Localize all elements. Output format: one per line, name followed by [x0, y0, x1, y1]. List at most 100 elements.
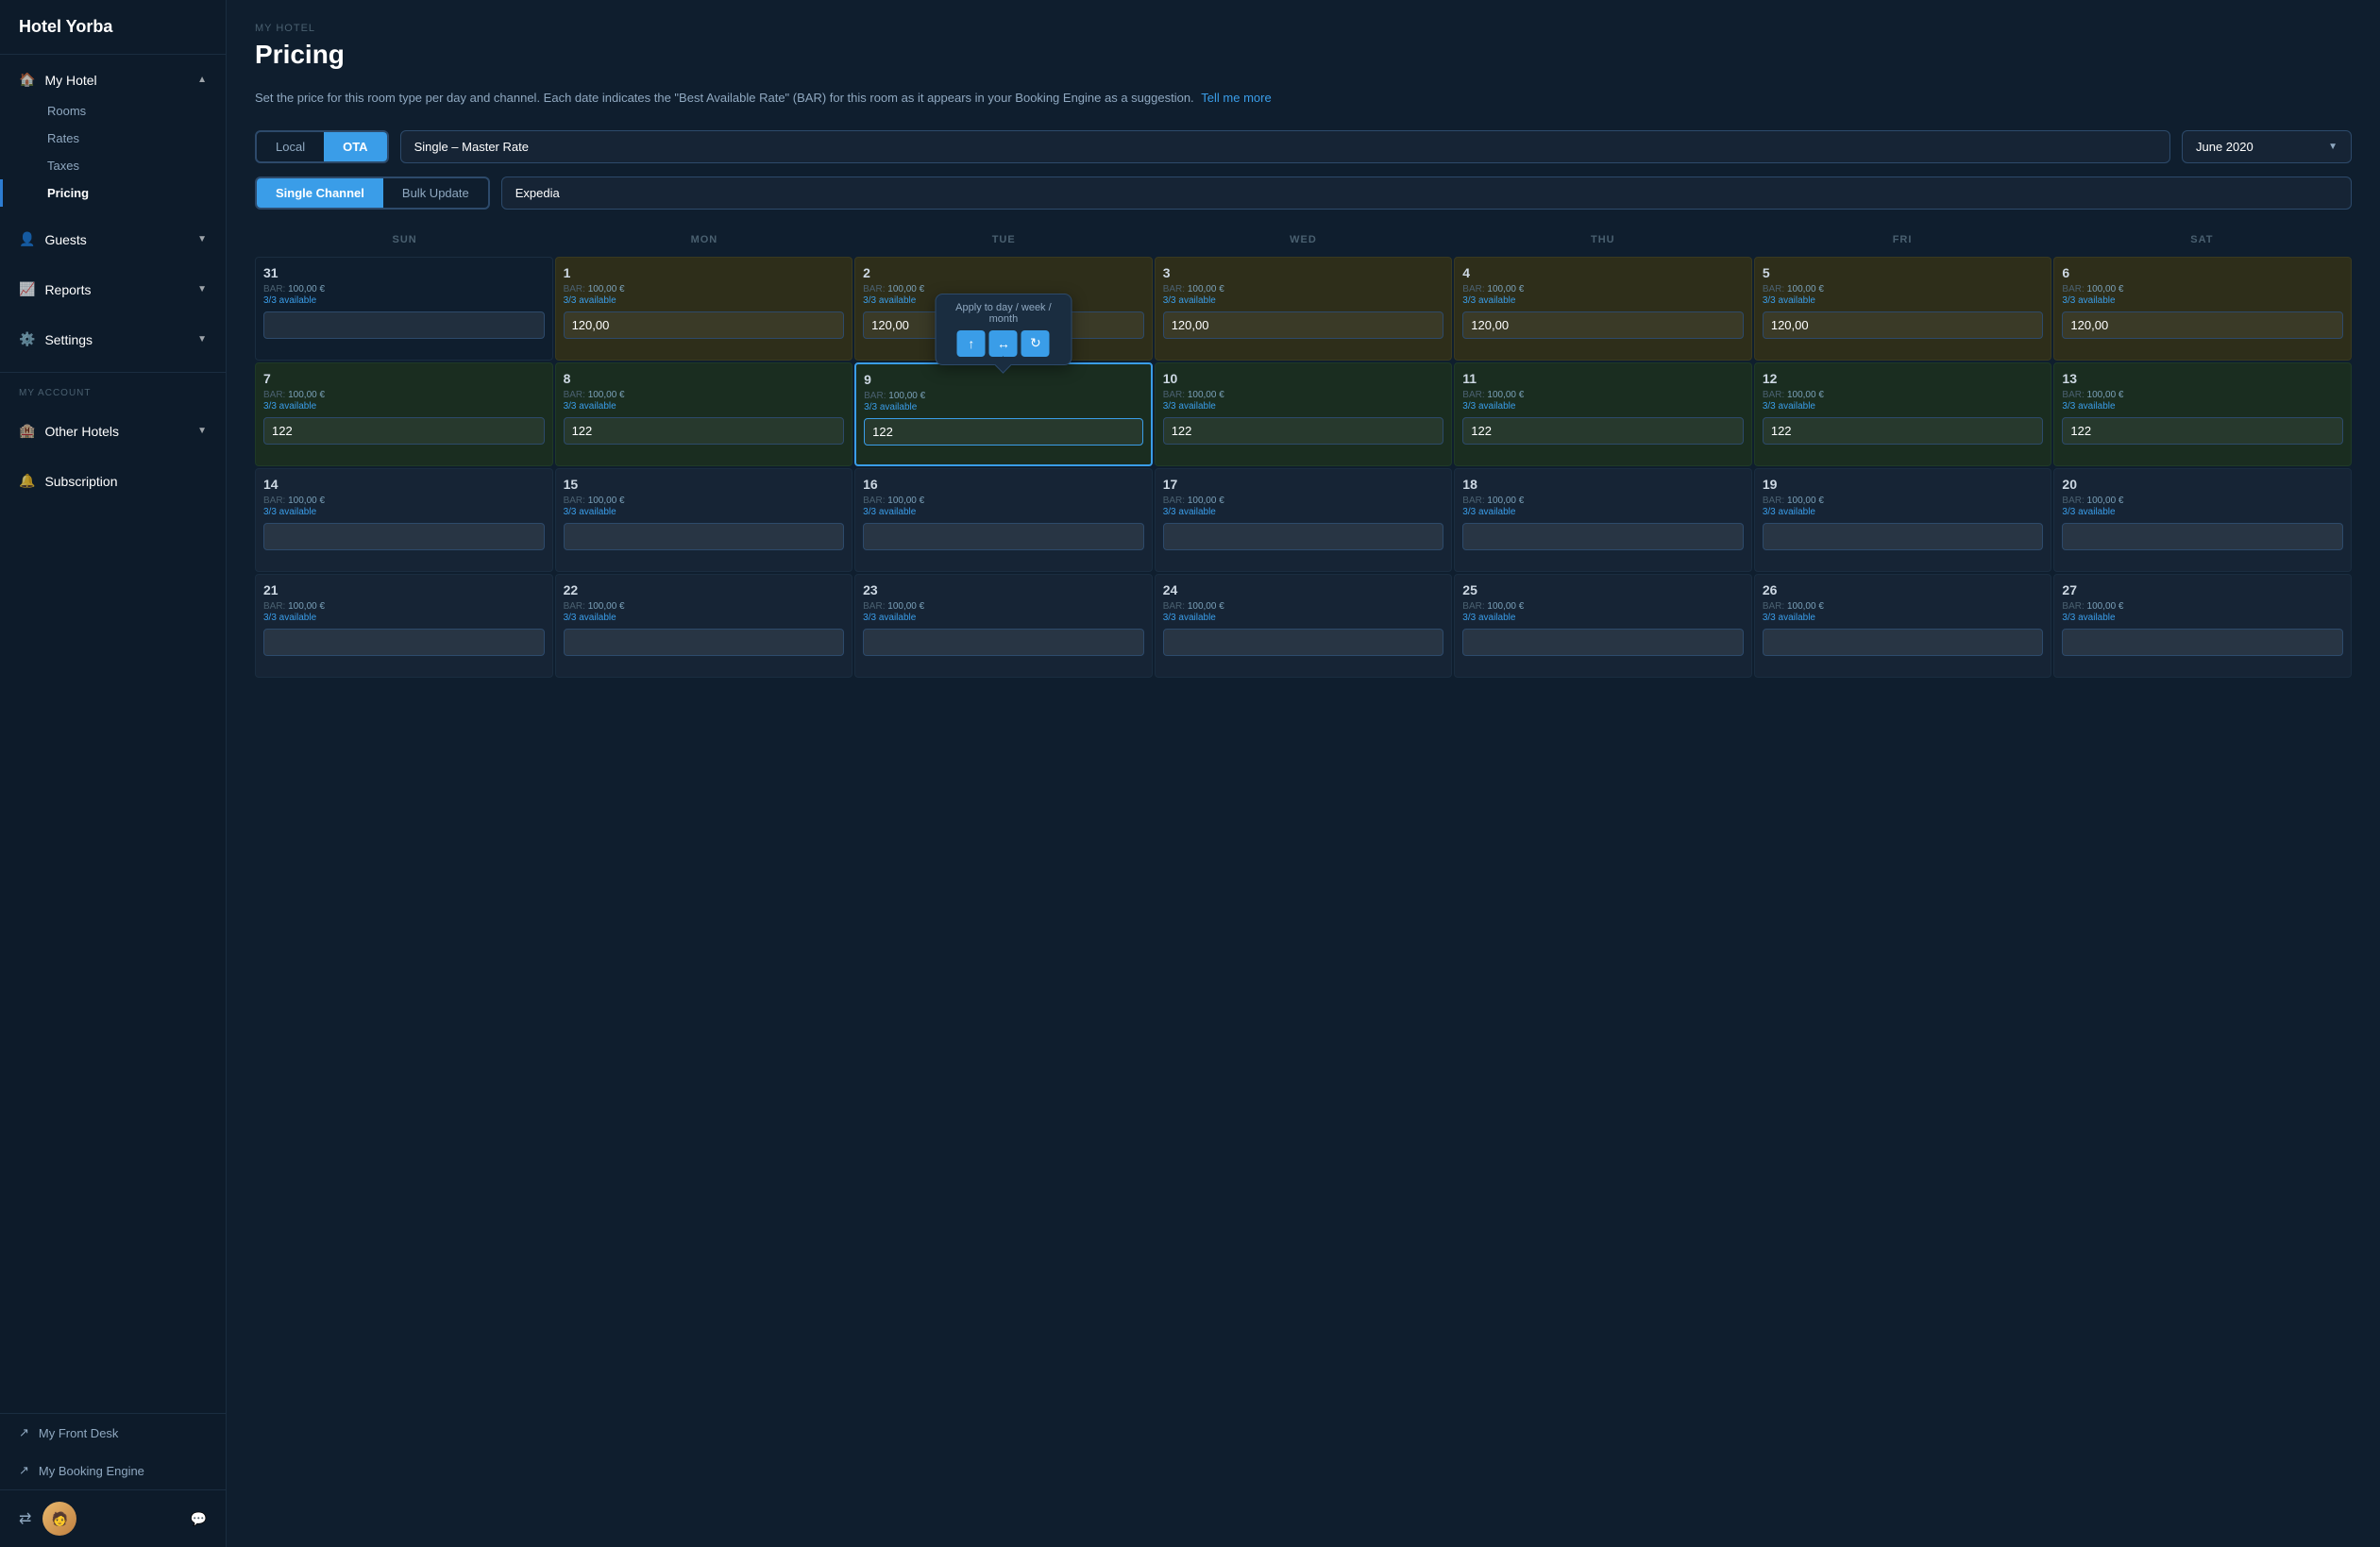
cal-cell-17: 17 BAR: 100,00 € 3/3 available [1155, 468, 1453, 572]
price-input-5[interactable] [1763, 311, 2044, 339]
price-input-18[interactable] [1462, 523, 1744, 550]
my-account-label: MY ACCOUNT [0, 380, 226, 406]
cal-cell-13: 13 BAR: 100,00 € 3/3 available [2053, 362, 2352, 466]
cal-cell-19: 19 BAR: 100,00 € 3/3 available [1754, 468, 2052, 572]
price-input-14[interactable] [263, 523, 545, 550]
price-input-11[interactable] [1462, 417, 1744, 445]
guests-icon: 👤 [19, 231, 35, 247]
price-input-24[interactable] [1163, 629, 1444, 656]
tooltip-day-btn[interactable]: ↑ [957, 330, 986, 357]
avatar: 🧑 [42, 1502, 76, 1536]
booking-engine-link[interactable]: ↗ My Booking Engine [0, 1452, 226, 1489]
price-input-4[interactable] [1462, 311, 1744, 339]
home-icon: 🏠 [19, 72, 35, 88]
price-input-9[interactable] [864, 418, 1143, 446]
price-input-16[interactable] [863, 523, 1144, 550]
sidebar-item-rates[interactable]: Rates [0, 125, 226, 152]
price-input-26[interactable] [1763, 629, 2044, 656]
cal-cell-24: 24 BAR: 100,00 € 3/3 available [1155, 574, 1453, 678]
tooltip-week-btn[interactable]: ↔ [989, 330, 1018, 357]
day-wed: WED [1154, 230, 1453, 253]
tooltip-month-btn[interactable]: ↻ [1021, 330, 1050, 357]
day-tue: TUE [854, 230, 1154, 253]
price-input-21[interactable] [263, 629, 545, 656]
cal-cell-6: 6 BAR: 100,00 € 3/3 available [2053, 257, 2352, 361]
price-input-22[interactable] [564, 629, 845, 656]
price-input-20[interactable] [2062, 523, 2343, 550]
sidebar-item-rooms[interactable]: Rooms [0, 97, 226, 125]
settings-icon2[interactable]: ⇄ [19, 1509, 31, 1528]
local-button[interactable]: Local [257, 132, 324, 161]
chevron-down-icon2: ▼ [197, 284, 207, 294]
chevron-down-icon4: ▼ [197, 426, 207, 436]
price-input-7[interactable] [263, 417, 545, 445]
controls-row-2: Single Channel Bulk Update Expedia [255, 177, 2352, 210]
sidebar-item-guests[interactable]: 👤 Guests ▼ [0, 222, 226, 257]
sidebar-item-subscription[interactable]: 🔔 Subscription [0, 463, 226, 498]
tell-me-more-link[interactable]: Tell me more [1201, 91, 1271, 105]
cal-cell-1: 1 BAR: 100,00 € 3/3 available [555, 257, 853, 361]
tooltip-label: Apply to day / week / month [945, 302, 1061, 325]
ota-button[interactable]: OTA [324, 132, 386, 161]
hotel-name: Hotel Yorba [0, 0, 226, 55]
channel-select[interactable]: Expedia [501, 177, 2352, 210]
cal-cell-22: 22 BAR: 100,00 € 3/3 available [555, 574, 853, 678]
sidebar-item-pricing[interactable]: Pricing [0, 179, 226, 207]
front-desk-icon: ↗ [19, 1425, 29, 1440]
price-input-6[interactable] [2062, 311, 2343, 339]
controls-row-1: Local OTA Single – Master Rate June 2020… [255, 130, 2352, 163]
day-thu: THU [1453, 230, 1752, 253]
reports-icon: 📈 [19, 281, 35, 297]
cal-cell-11: 11 BAR: 100,00 € 3/3 available [1454, 362, 1752, 466]
page-title: Pricing [255, 40, 2352, 70]
other-hotels-icon: 🏨 [19, 423, 35, 439]
chevron-down-month: ▼ [2328, 142, 2338, 152]
cal-cell-5: 5 BAR: 100,00 € 3/3 available [1754, 257, 2052, 361]
price-input-1[interactable] [564, 311, 845, 339]
calendar: SUN MON TUE WED THU FRI SAT 31 BAR: 100,… [255, 230, 2352, 678]
sidebar-item-taxes[interactable]: Taxes [0, 152, 226, 179]
calendar-header: SUN MON TUE WED THU FRI SAT [255, 230, 2352, 253]
price-input-15[interactable] [564, 523, 845, 550]
sidebar-item-other-hotels[interactable]: 🏨 Other Hotels ▼ [0, 413, 226, 448]
cal-cell-14: 14 BAR: 100,00 € 3/3 available [255, 468, 553, 572]
price-input-13[interactable] [2062, 417, 2343, 445]
week-1: 31 BAR: 100,00 € 3/3 available 1 BAR: 10… [255, 257, 2352, 361]
cal-cell-21: 21 BAR: 100,00 € 3/3 available [255, 574, 553, 678]
user-bar: ⇄ 🧑 💬 [0, 1489, 226, 1547]
week-3: 14 BAR: 100,00 € 3/3 available 15 BAR: 1… [255, 468, 2352, 572]
chevron-up-icon: ▲ [197, 75, 207, 85]
price-input-10[interactable] [1163, 417, 1444, 445]
single-channel-button[interactable]: Single Channel [257, 178, 383, 208]
price-input-25[interactable] [1462, 629, 1744, 656]
cal-cell-27: 27 BAR: 100,00 € 3/3 available [2053, 574, 2352, 678]
month-select[interactable]: June 2020 ▼ [2182, 130, 2352, 163]
price-input-3[interactable] [1163, 311, 1444, 339]
cal-cell-16: 16 BAR: 100,00 € 3/3 available [854, 468, 1153, 572]
day-sat: SAT [2052, 230, 2352, 253]
bulk-update-button[interactable]: Bulk Update [383, 178, 488, 208]
chevron-down-icon3: ▼ [197, 334, 207, 345]
front-desk-link[interactable]: ↗ My Front Desk [0, 1414, 226, 1452]
day-mon: MON [554, 230, 853, 253]
rate-plan-select[interactable]: Single – Master Rate [400, 130, 2170, 163]
price-input-12[interactable] [1763, 417, 2044, 445]
main-content: MY HOTEL Pricing Set the price for this … [227, 0, 2380, 1547]
cal-cell-12: 12 BAR: 100,00 € 3/3 available [1754, 362, 2052, 466]
tooltip-buttons: ↑ ↔ ↻ [945, 330, 1061, 357]
chat-icon[interactable]: 💬 [191, 1511, 207, 1527]
sidebar-item-reports[interactable]: 📈 Reports ▼ [0, 272, 226, 307]
price-input-8[interactable] [564, 417, 845, 445]
cal-cell-7: 7 BAR: 100,00 € 3/3 available [255, 362, 553, 466]
week-2: 7 BAR: 100,00 € 3/3 available 8 BAR: 100… [255, 362, 2352, 466]
price-input-19[interactable] [1763, 523, 2044, 550]
price-input-17[interactable] [1163, 523, 1444, 550]
price-input-31[interactable] [263, 311, 545, 339]
sidebar-item-my-hotel[interactable]: 🏠 My Hotel ▲ [0, 62, 226, 97]
sidebar-item-settings[interactable]: ⚙️ Settings ▼ [0, 322, 226, 357]
price-input-23[interactable] [863, 629, 1144, 656]
cal-cell-8: 8 BAR: 100,00 € 3/3 available [555, 362, 853, 466]
week-4: 21 BAR: 100,00 € 3/3 available 22 BAR: 1… [255, 574, 2352, 678]
price-input-27[interactable] [2062, 629, 2343, 656]
day-sun: SUN [255, 230, 554, 253]
